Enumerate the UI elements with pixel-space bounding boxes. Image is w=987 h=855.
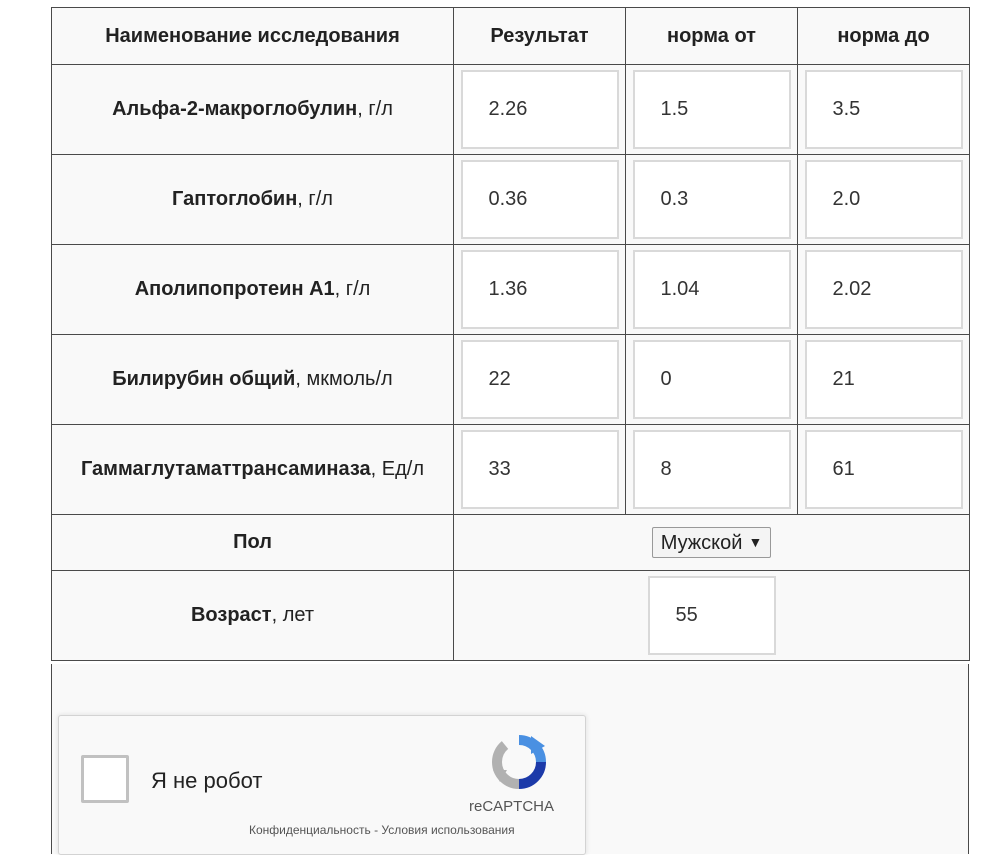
captcha-checkbox[interactable] [81, 755, 129, 803]
row-label: Билирубин общий, мкмоль/л [51, 334, 454, 425]
min-input[interactable]: 0 [632, 340, 791, 419]
result-input[interactable]: 1.36 [460, 250, 619, 329]
age-value-cell: 55 [453, 570, 970, 661]
max-input[interactable]: 3.5 [804, 70, 963, 149]
analysis-table: Наименование исследования Результат норм… [51, 7, 970, 661]
row-label: Гаптоглобин, г/л [51, 154, 454, 245]
sex-row: Пол Мужской ▼ [51, 514, 970, 571]
max-input[interactable]: 61 [804, 430, 963, 509]
max-input[interactable]: 2.0 [804, 160, 963, 239]
min-input[interactable]: 0.3 [632, 160, 791, 239]
max-input[interactable]: 21 [804, 340, 963, 419]
table-row: Гаптоглобин, г/л 0.36 0.3 2.0 [51, 154, 970, 245]
age-unit: , лет [271, 604, 314, 626]
table-row: Альфа-2-макроглобулин, г/л 2.26 1.5 3.5 [51, 64, 970, 155]
min-input[interactable]: 1.5 [632, 70, 791, 149]
row-label: Аполипопротеин А1, г/л [51, 244, 454, 335]
table-row: Гаммаглутаматтрансаминаза, Ед/л 33 8 61 [51, 424, 970, 515]
result-input[interactable]: 22 [460, 340, 619, 419]
recaptcha-widget: Я не робот reCAPTCHA Конфиденциальность … [58, 715, 586, 855]
recaptcha-brand: reCAPTCHA [469, 798, 555, 815]
result-input[interactable]: 2.26 [460, 70, 619, 149]
header-result: Результат [453, 7, 626, 65]
sex-select[interactable]: Мужской ▼ [651, 527, 772, 558]
age-label-cell: Возраст, лет [51, 570, 454, 661]
captcha-label: Я не робот [151, 768, 263, 793]
max-input[interactable]: 2.02 [804, 250, 963, 329]
test-unit: , мкмоль/л [295, 368, 393, 390]
privacy-link[interactable]: Конфиденциальность [249, 823, 371, 837]
chevron-down-icon: ▼ [748, 534, 763, 550]
test-name: Гаптоглобин [172, 188, 298, 210]
test-name: Альфа-2-макроглобулин [112, 98, 358, 120]
min-input[interactable]: 8 [632, 430, 791, 509]
sex-value-cell: Мужской ▼ [453, 514, 970, 571]
links-separator: - [370, 823, 382, 837]
sex-label-cell: Пол [51, 514, 454, 571]
min-input[interactable]: 1.04 [632, 250, 791, 329]
sex-label: Пол [233, 531, 272, 553]
test-name: Гаммаглутаматтрансаминаза [80, 458, 371, 480]
header-test-name: Наименование исследования [51, 7, 454, 65]
test-unit: , г/л [297, 188, 333, 210]
test-name: Аполипопротеин А1 [134, 278, 335, 300]
table-header-row: Наименование исследования Результат норм… [51, 7, 970, 65]
captcha-links: Конфиденциальность - Условия использован… [249, 823, 515, 837]
sex-select-value: Мужской [660, 532, 743, 554]
age-input[interactable]: 55 [647, 576, 776, 655]
table-row: Аполипопротеин А1, г/л 1.36 1.04 2.02 [51, 244, 970, 335]
recaptcha-logo-icon [491, 735, 546, 789]
test-name: Билирубин общий [112, 368, 296, 390]
row-label: Альфа-2-макроглобулин, г/л [51, 64, 454, 155]
captcha-section: Я не робот reCAPTCHA Конфиденциальность … [51, 664, 969, 855]
table-row: Билирубин общий, мкмоль/л 22 0 21 [51, 334, 970, 425]
result-input[interactable]: 0.36 [460, 160, 619, 239]
result-input[interactable]: 33 [460, 430, 619, 509]
header-min: норма от [625, 7, 798, 65]
age-label: Возраст [190, 604, 272, 626]
test-unit: , г/л [357, 98, 393, 120]
test-unit: , г/л [334, 278, 371, 300]
test-unit: , Ед/л [370, 458, 425, 480]
header-max: норма до [797, 7, 970, 65]
row-label: Гаммаглутаматтрансаминаза, Ед/л [51, 424, 454, 515]
age-row: Возраст, лет 55 [51, 570, 970, 661]
terms-link[interactable]: Условия использования [381, 823, 514, 837]
